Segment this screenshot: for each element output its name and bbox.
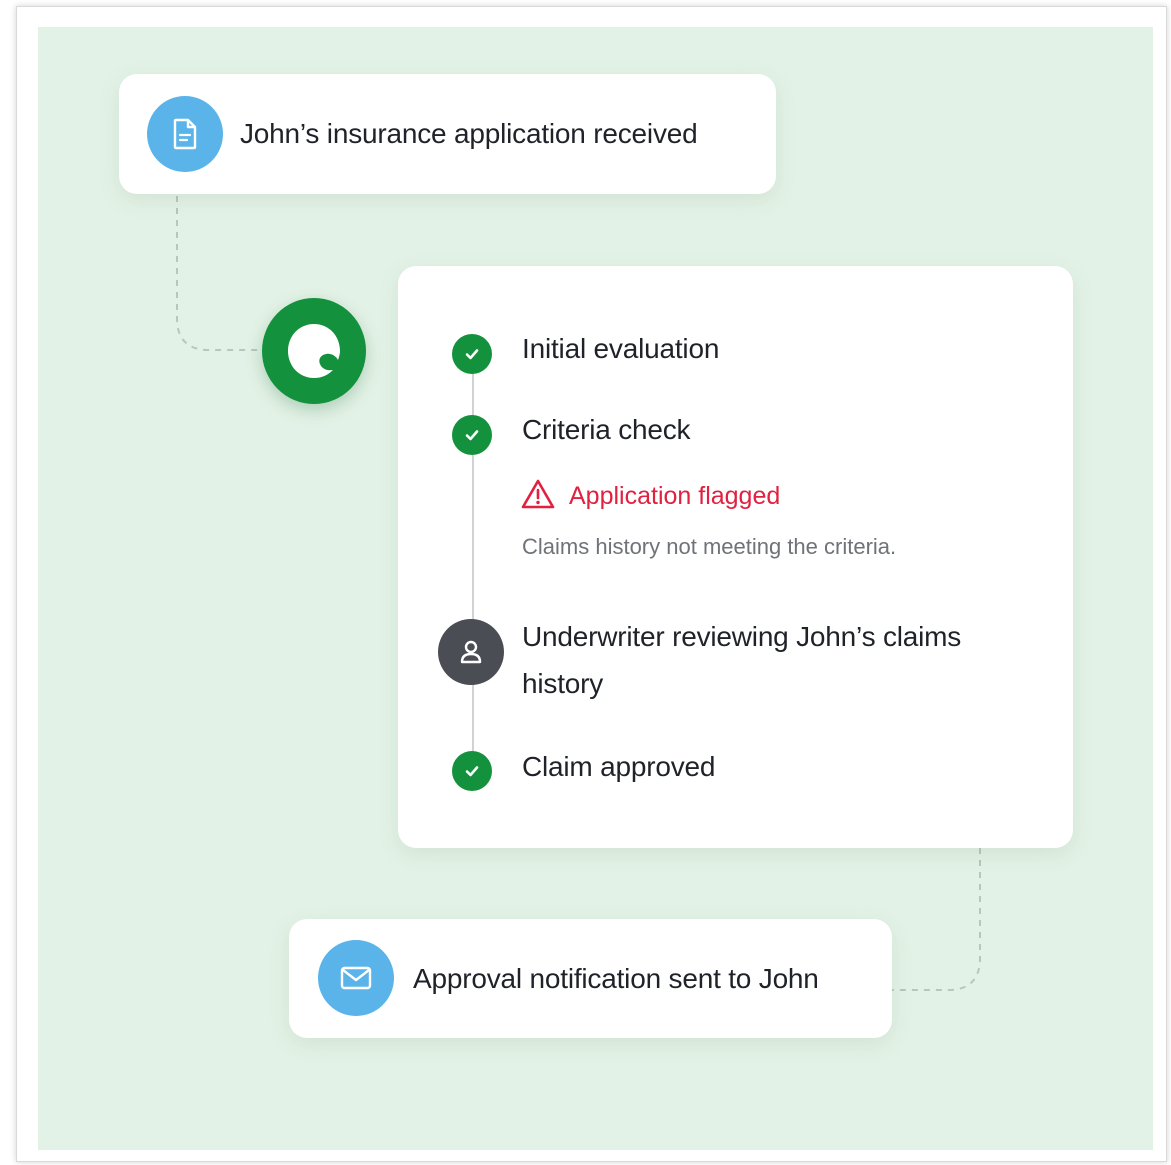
approval-notification-label: Approval notification sent to John [413, 963, 819, 994]
check-circle-icon [452, 751, 492, 791]
document-icon [147, 96, 223, 172]
application-received-card: John’s insurance application received [119, 74, 776, 194]
step-initial-evaluation: Initial evaluation [522, 333, 720, 364]
check-circle-icon [452, 415, 492, 455]
step-claim-approved: Claim approved [522, 751, 716, 782]
warning-triangle-icon [520, 478, 556, 515]
step-criteria-check: Criteria check [522, 414, 691, 445]
approval-notification-card: Approval notification sent to John [289, 919, 892, 1038]
application-received-label: John’s insurance application received [240, 118, 698, 149]
brand-logo [262, 298, 366, 404]
envelope-icon [318, 940, 394, 1016]
step-underwriter-review: Underwriter reviewing John’s claims hist… [522, 621, 962, 699]
user-icon [438, 619, 504, 685]
flag-note: Claims history not meeting the criteria. [522, 534, 897, 559]
flag-label: Application flagged [569, 482, 781, 510]
check-circle-icon [452, 334, 492, 374]
application-flag-alert: Application flagged [520, 478, 780, 515]
